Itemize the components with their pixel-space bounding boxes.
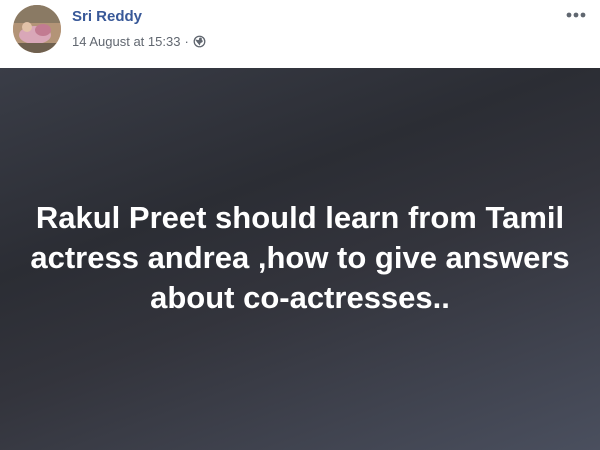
avatar-image <box>13 5 61 53</box>
author-name-link[interactable]: Sri Reddy <box>72 8 142 25</box>
post-text: Rakul Preet should learn from Tamil actr… <box>30 200 570 315</box>
globe-icon[interactable] <box>193 35 206 48</box>
more-horizontal-icon[interactable] <box>566 9 586 21</box>
post-timestamp[interactable]: 14 August at 15:33 <box>72 34 180 49</box>
facebook-post: Sri Reddy 14 August at 15:33 · Rakul Pre… <box>0 0 600 450</box>
post-meta: 14 August at 15:33 · <box>72 34 206 49</box>
meta-separator: · <box>184 34 189 49</box>
profile-avatar[interactable] <box>13 5 61 53</box>
post-header: Sri Reddy 14 August at 15:33 · <box>0 0 600 68</box>
post-text-background: Rakul Preet should learn from Tamil actr… <box>0 68 600 450</box>
